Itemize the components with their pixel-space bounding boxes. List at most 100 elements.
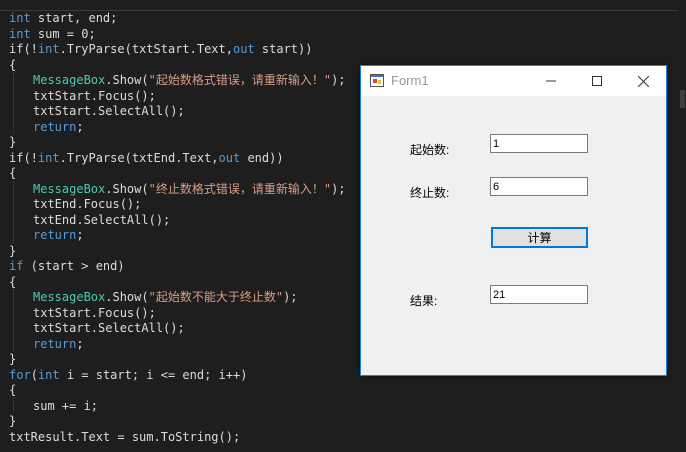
code-token: sum += i;: [33, 398, 99, 413]
code-token: sum = 0;: [30, 26, 96, 41]
indent-guide: [13, 397, 14, 413]
code-token: txtStart.SelectAll();: [33, 104, 185, 118]
code-line: for(int i = start; i <= end; i++): [9, 367, 247, 383]
code-token: start, end;: [30, 11, 118, 25]
code-line: }: [9, 413, 16, 429]
indent-guide: [13, 180, 14, 243]
code-token: "起始数不能大于终止数": [148, 290, 284, 304]
code-line: }: [9, 351, 16, 367]
code-token: int: [37, 42, 60, 56]
editor-scrollbar[interactable]: [678, 10, 686, 452]
code-token: return: [33, 228, 77, 242]
code-token: }: [9, 243, 17, 258]
code-token: if(!: [9, 150, 38, 165]
start-input[interactable]: 1: [490, 134, 588, 153]
code-token: (start > end): [23, 259, 125, 273]
code-token: );: [331, 181, 346, 196]
code-token: int: [9, 26, 31, 41]
code-line: txtEnd.Focus();: [9, 196, 141, 212]
code-token: );: [283, 290, 298, 304]
code-token: return: [33, 119, 77, 134]
editor-scroll-thumb[interactable]: [680, 90, 685, 108]
result-label: 结果:: [410, 294, 438, 308]
code-token: );: [331, 73, 346, 87]
code-line: txtStart.SelectAll();: [9, 103, 185, 119]
code-token: ;: [76, 336, 84, 351]
code-line: MessageBox.Show("起始数不能大于终止数");: [9, 289, 298, 305]
code-line: txtStart.Focus();: [9, 88, 156, 104]
code-token: int: [9, 11, 31, 25]
code-token: MessageBox: [33, 181, 106, 196]
code-token: txtStart.Focus();: [33, 88, 156, 103]
code-line: txtStart.Focus();: [9, 305, 156, 321]
code-line: if(!int.TryParse(txtEnd.Text,out end)): [9, 150, 284, 166]
code-line: txtResult.Text = sum.ToString();: [9, 429, 240, 445]
code-token: txtStart.SelectAll();: [33, 321, 185, 335]
code-token: .Show(: [105, 73, 149, 87]
code-line: txtStart.SelectAll();: [9, 320, 185, 336]
code-token: MessageBox: [33, 290, 106, 304]
code-token: {: [9, 383, 17, 397]
code-line: int sum = 0;: [9, 26, 96, 42]
code-token: out: [232, 42, 255, 56]
code-token: i = start; i <= end; i++): [59, 367, 248, 382]
window-title: Form1: [391, 73, 429, 88]
code-token: (: [30, 367, 38, 382]
code-token: int: [37, 150, 60, 165]
indent-guide: [13, 72, 14, 134]
code-token: if(!: [9, 42, 38, 56]
form1-window[interactable]: Form1 起始数: 1 终止数: 6 计算 结果: 21: [360, 65, 667, 376]
close-button[interactable]: [620, 66, 666, 96]
code-token: start)): [254, 42, 313, 56]
code-token: end)): [240, 150, 284, 165]
code-line: return;: [9, 119, 84, 135]
code-token: }: [9, 352, 17, 366]
maximize-icon: [592, 76, 602, 86]
code-token: out: [218, 150, 241, 165]
code-line: MessageBox.Show("起始数格式错误，请重新输入！");: [9, 72, 346, 88]
code-token: txtResult.Text = sum.ToString();: [9, 429, 241, 444]
code-line: return;: [9, 336, 84, 352]
start-label: 起始数:: [410, 143, 450, 157]
code-line: }: [9, 134, 16, 150]
code-token: "起始数格式错误，请重新输入！": [148, 73, 332, 87]
code-token: }: [9, 414, 17, 428]
end-label: 终止数:: [410, 186, 450, 200]
code-token: if: [9, 259, 24, 273]
code-token: txtEnd.Focus();: [33, 197, 142, 211]
code-token: .TryParse(txtStart.Text,: [59, 42, 233, 56]
code-token: "终止数格式错误，请重新输入！": [148, 181, 332, 196]
indent-guide: [13, 289, 14, 351]
code-line: }: [9, 243, 16, 259]
minimize-button[interactable]: [528, 66, 574, 96]
maximize-button[interactable]: [574, 66, 620, 96]
code-token: int: [37, 367, 60, 382]
code-line: MessageBox.Show("终止数格式错误，请重新输入！");: [9, 181, 346, 197]
code-token: ;: [76, 228, 84, 242]
code-line: txtEnd.SelectAll();: [9, 212, 170, 228]
code-token: .TryParse(txtEnd.Text,: [59, 150, 219, 165]
code-line: {: [9, 274, 16, 290]
code-line: {: [9, 165, 16, 181]
code-token: MessageBox: [33, 73, 106, 87]
code-token: .Show(: [105, 181, 149, 196]
code-token: {: [9, 166, 17, 180]
code-token: {: [9, 57, 17, 72]
code-line: int start, end;: [9, 10, 117, 26]
close-icon: [637, 75, 649, 87]
code-token: }: [9, 135, 17, 149]
code-token: for: [9, 367, 31, 382]
minimize-icon: [546, 80, 556, 82]
title-bar[interactable]: Form1: [361, 66, 666, 96]
code-token: ;: [76, 119, 84, 134]
code-token: {: [9, 274, 17, 289]
calculate-button[interactable]: 计算: [491, 227, 588, 248]
code-token: return: [33, 336, 77, 351]
result-output[interactable]: 21: [490, 285, 588, 304]
code-line: {: [9, 382, 16, 398]
code-token: .Show(: [105, 290, 149, 304]
form-app-icon: [370, 74, 384, 87]
code-token: txtStart.Focus();: [33, 305, 156, 320]
end-input[interactable]: 6: [490, 177, 588, 196]
code-line: sum += i;: [9, 398, 98, 414]
